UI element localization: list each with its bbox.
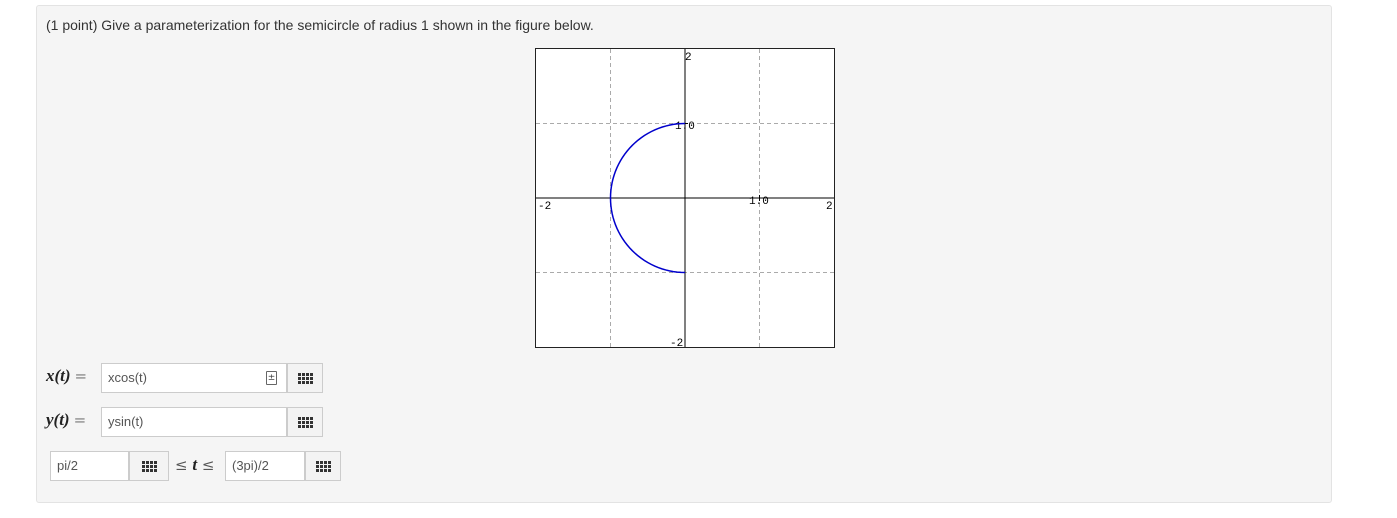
- t-inequality: ≤ t ≤: [175, 455, 214, 475]
- y-of-t-label: y(t) =: [46, 410, 86, 430]
- t-lower-bound-input[interactable]: pi/2: [50, 451, 129, 481]
- y-of-t-input[interactable]: ysin(t): [101, 407, 287, 437]
- t-variable: t: [192, 455, 198, 474]
- x-tick-label-mid: 1.0: [749, 196, 769, 208]
- graph-svg: -2 1.0 2 2 1.0 -2: [536, 49, 834, 347]
- equation-palette-grid-icon: [297, 372, 313, 384]
- t-lower-palette-button[interactable]: [129, 451, 169, 481]
- x-of-t-label: x(t) =: [46, 366, 87, 386]
- equation-palette-grid-icon: [315, 460, 331, 472]
- equation-palette-grid-icon: [141, 460, 157, 472]
- leq-symbol-right: ≤: [201, 456, 215, 474]
- question-text: (1 point) Give a parameterization for th…: [46, 17, 594, 33]
- problem-panel: (1 point) Give a parameterization for th…: [36, 5, 1332, 503]
- leq-symbol-left: ≤: [175, 456, 188, 474]
- equals-sign: =: [74, 367, 88, 385]
- x-tick-label-neg: -2: [538, 201, 551, 213]
- t-lower-bound-value: pi/2: [57, 458, 78, 473]
- t-upper-bound-value: (3pi)/2: [232, 458, 269, 473]
- x-of-t-input[interactable]: xcos(t) ±: [101, 363, 287, 393]
- x-tick-label-pos: 2: [826, 201, 833, 213]
- x-of-t-value: xcos(t): [108, 370, 147, 385]
- equals-sign: =: [73, 411, 87, 429]
- x-of-t-palette-button[interactable]: [287, 363, 323, 393]
- y-of-t-symbol: y(t): [46, 410, 70, 429]
- y-tick-label-pos: 2: [685, 52, 692, 64]
- t-upper-palette-button[interactable]: [305, 451, 341, 481]
- y-of-t-value: ysin(t): [108, 414, 144, 429]
- y-tick-label-neg: -2: [670, 338, 683, 347]
- y-of-t-palette-button[interactable]: [287, 407, 323, 437]
- t-upper-bound-input[interactable]: (3pi)/2: [225, 451, 305, 481]
- equation-preview-icon[interactable]: ±: [266, 371, 277, 385]
- x-of-t-symbol: x(t): [46, 366, 71, 385]
- equation-palette-grid-icon: [297, 416, 313, 428]
- semicircle-graph: -2 1.0 2 2 1.0 -2: [535, 48, 835, 348]
